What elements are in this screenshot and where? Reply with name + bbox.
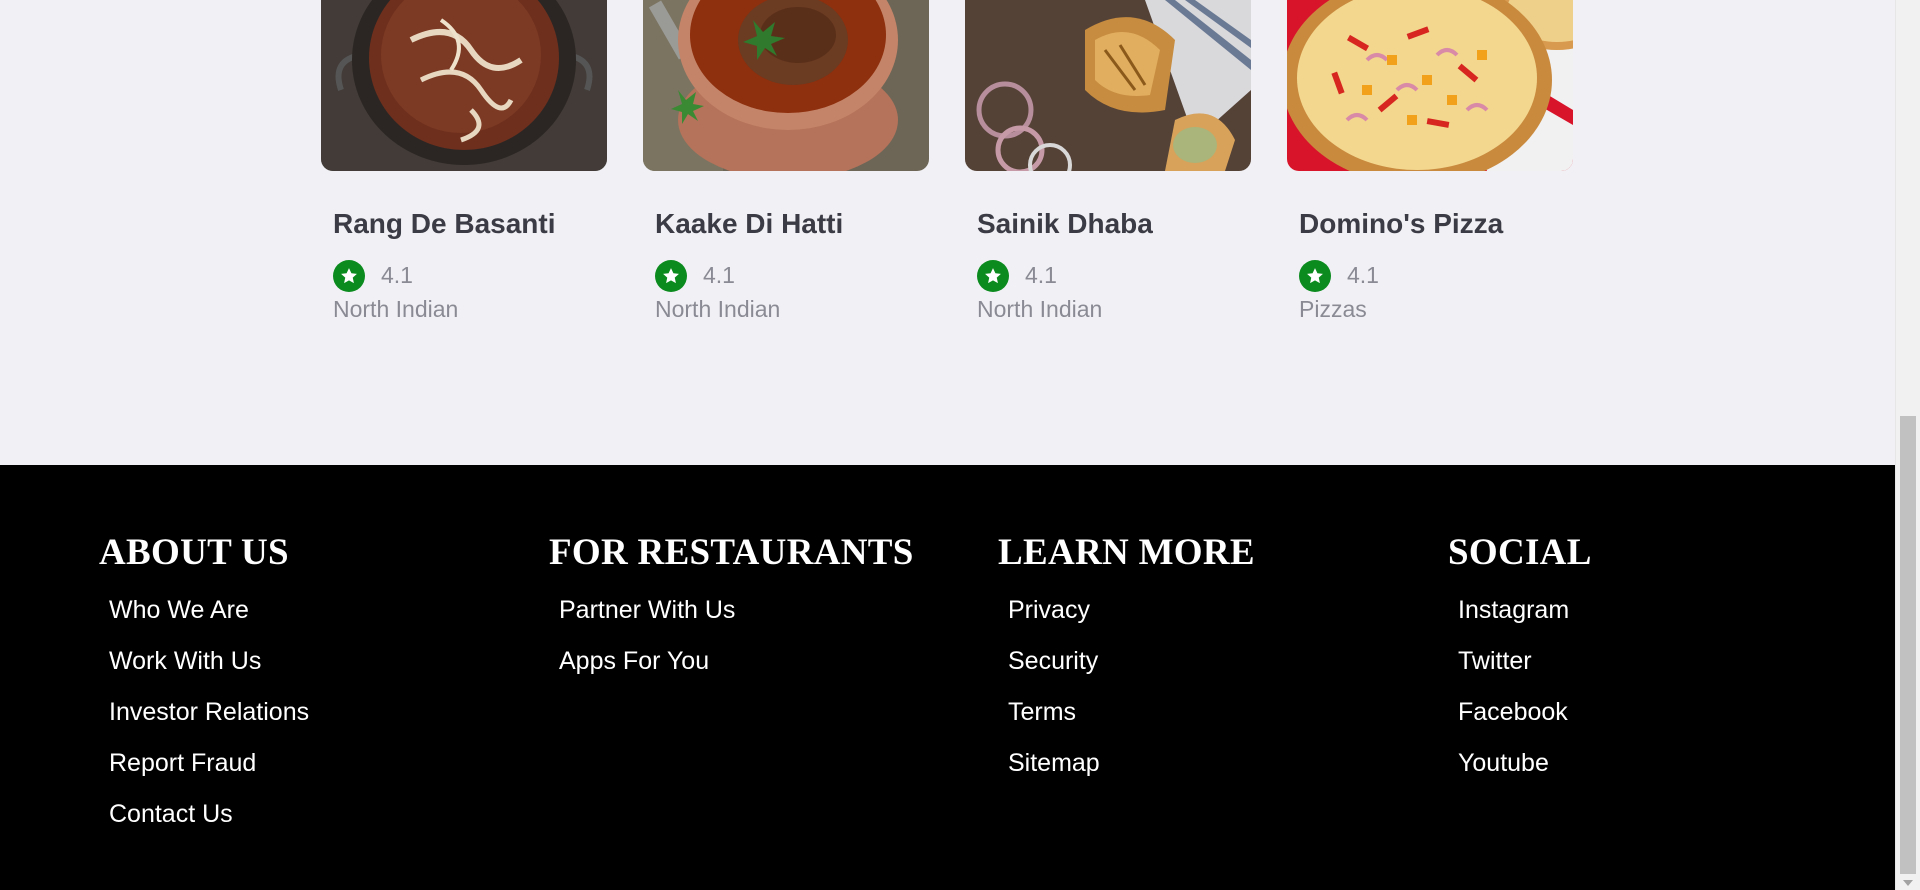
footer-links-social: Instagram Twitter Facebook Youtube — [1448, 595, 1592, 799]
footer-links-learn-more: Privacy Security Terms Sitemap — [998, 595, 1255, 799]
restaurant-card-list: Rang De Basanti 4.1 North Indian Kaake D… — [321, 0, 1573, 323]
dal-makhani-dish-image[interactable] — [321, 0, 607, 171]
footer-link-facebook[interactable]: Facebook — [1458, 697, 1592, 748]
cuisine-label: Pizzas — [1299, 295, 1367, 322]
restaurant-card[interactable]: Sainik Dhaba 4.1 North Indian — [965, 0, 1251, 323]
footer-link-terms[interactable]: Terms — [1008, 697, 1255, 748]
footer-link-who-we-are[interactable]: Who We Are — [109, 595, 309, 646]
rating-value: 4.1 — [1347, 262, 1379, 289]
rating-value: 4.1 — [1025, 262, 1057, 289]
star-icon — [977, 259, 1009, 292]
wrap-roll-dish-image[interactable] — [965, 0, 1251, 171]
footer-link-contact-us[interactable]: Contact Us — [109, 799, 309, 850]
rating-row: 4.1 — [333, 259, 595, 292]
footer-link-sitemap[interactable]: Sitemap — [1008, 748, 1255, 799]
footer-link-investor-relations[interactable]: Investor Relations — [109, 697, 309, 748]
restaurant-name[interactable]: Rang De Basanti — [333, 208, 595, 240]
cuisine-label: North Indian — [655, 295, 781, 322]
star-icon — [1299, 259, 1331, 292]
scroll-down-arrow-icon[interactable] — [1903, 880, 1913, 886]
footer-column-learn-more: LEARN MORE Privacy Security Terms Sitema… — [998, 529, 1255, 799]
curry-pot-dish-image[interactable] — [643, 0, 929, 171]
footer-link-apps-for-you[interactable]: Apps For You — [559, 646, 914, 697]
site-footer: ABOUT US Who We Are Work With Us Investo… — [0, 465, 1895, 890]
footer-link-report-fraud[interactable]: Report Fraud — [109, 748, 309, 799]
cuisine-label: North Indian — [333, 295, 459, 322]
cuisine-label: North Indian — [977, 295, 1103, 322]
footer-heading-about: ABOUT US — [99, 532, 289, 573]
footer-link-privacy[interactable]: Privacy — [1008, 595, 1255, 646]
footer-link-youtube[interactable]: Youtube — [1458, 748, 1592, 799]
footer-link-work-with-us[interactable]: Work With Us — [109, 646, 309, 697]
star-icon — [655, 259, 687, 292]
rating-value: 4.1 — [381, 262, 413, 289]
restaurant-name[interactable]: Domino's Pizza — [1299, 208, 1561, 240]
scrollbar-thumb[interactable] — [1900, 416, 1916, 874]
vertical-scrollbar[interactable] — [1895, 0, 1920, 890]
footer-link-security[interactable]: Security — [1008, 646, 1255, 697]
restaurant-card[interactable]: Kaake Di Hatti 4.1 North Indian — [643, 0, 929, 323]
footer-links-restaurants: Partner With Us Apps For You — [549, 595, 914, 697]
footer-link-instagram[interactable]: Instagram — [1458, 595, 1592, 646]
footer-links-about: Who We Are Work With Us Investor Relatio… — [99, 595, 309, 850]
rating-value: 4.1 — [703, 262, 735, 289]
pizza-dish-image[interactable] — [1287, 0, 1573, 171]
restaurant-name[interactable]: Sainik Dhaba — [977, 208, 1239, 240]
restaurant-name[interactable]: Kaake Di Hatti — [655, 208, 917, 240]
rating-row: 4.1 — [977, 259, 1239, 292]
footer-link-twitter[interactable]: Twitter — [1458, 646, 1592, 697]
footer-heading-learn-more: LEARN MORE — [998, 532, 1255, 573]
footer-link-partner-with-us[interactable]: Partner With Us — [559, 595, 914, 646]
footer-column-social: SOCIAL Instagram Twitter Facebook Youtub… — [1448, 529, 1592, 799]
rating-row: 4.1 — [655, 259, 917, 292]
star-icon — [333, 259, 365, 292]
restaurant-card[interactable]: Domino's Pizza 4.1 Pizzas — [1287, 0, 1573, 323]
footer-column-restaurants: FOR RESTAURANTS Partner With Us Apps For… — [549, 529, 914, 697]
restaurant-card[interactable]: Rang De Basanti 4.1 North Indian — [321, 0, 607, 323]
page: Rang De Basanti 4.1 North Indian Kaake D… — [0, 0, 1920, 890]
footer-column-about: ABOUT US Who We Are Work With Us Investo… — [99, 529, 309, 850]
rating-row: 4.1 — [1299, 259, 1561, 292]
footer-heading-restaurants: FOR RESTAURANTS — [549, 532, 914, 573]
footer-heading-social: SOCIAL — [1448, 532, 1592, 573]
